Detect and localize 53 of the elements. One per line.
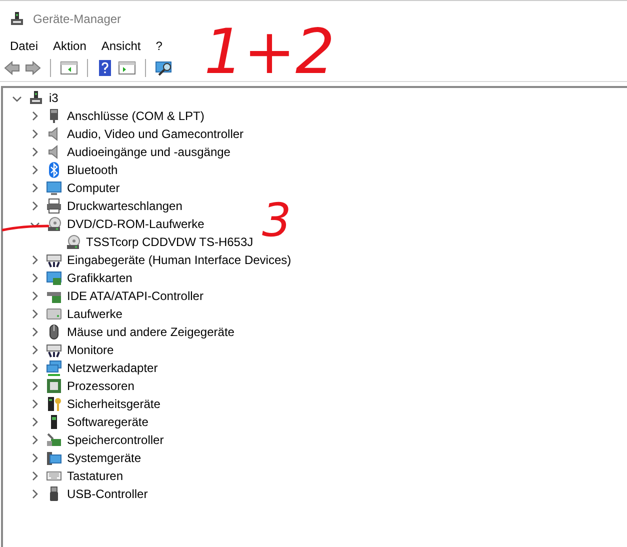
window-title: Geräte-Manager xyxy=(33,12,122,26)
help-icon[interactable] xyxy=(97,60,113,76)
device-icon xyxy=(46,396,62,412)
tree-item[interactable]: Prozessoren xyxy=(67,379,134,393)
tree-item[interactable]: Eingabegeräte (Human Interface Devices) xyxy=(67,253,292,267)
device-icon xyxy=(46,252,62,268)
computer-icon xyxy=(9,11,25,27)
tree-item[interactable]: Audio, Video und Gamecontroller xyxy=(67,127,244,141)
tree-item[interactable]: Grafikkarten xyxy=(67,271,132,285)
tree-item[interactable]: i3 xyxy=(49,91,58,105)
pen-stroke xyxy=(2,223,50,233)
computer-icon xyxy=(28,90,44,106)
menu-item[interactable]: Ansicht xyxy=(101,39,141,53)
tree-item[interactable]: Speichercontroller xyxy=(67,433,164,447)
tree-item[interactable]: Netzwerkadapter xyxy=(67,361,158,375)
tree-item[interactable]: Audioeingänge und -ausgänge xyxy=(67,145,230,159)
tree-item[interactable]: Sicherheitsgeräte xyxy=(67,397,160,411)
device-icon xyxy=(46,216,62,232)
tree-item[interactable]: DVD/CD-ROM-Laufwerke xyxy=(67,217,204,231)
panel-icon[interactable] xyxy=(60,60,78,76)
tree-item[interactable]: TSSTcorp CDDVDW TS-H653J xyxy=(86,235,254,249)
disc-drive-icon xyxy=(65,234,81,250)
tree-item[interactable]: Anschlüsse (COM & LPT) xyxy=(67,109,204,123)
device-icon xyxy=(46,450,62,466)
device-icon xyxy=(46,378,62,394)
device-icon xyxy=(46,360,62,376)
device-icon xyxy=(46,342,62,358)
forward-arrow-icon[interactable] xyxy=(25,60,41,76)
tree-item[interactable]: Druckwarteschlangen xyxy=(67,199,182,213)
tree-item[interactable]: Systemgeräte xyxy=(67,451,142,465)
device-icon xyxy=(46,198,62,214)
tree-item[interactable]: Mäuse und andere Zeigegeräte xyxy=(67,325,234,339)
menu-item[interactable]: Datei xyxy=(10,39,38,53)
tree-item[interactable]: IDE ATA/ATAPI-Controller xyxy=(67,289,204,303)
menu-item[interactable]: ? xyxy=(156,39,162,53)
tree-item[interactable]: Tastaturen xyxy=(67,469,124,483)
monitor-search-icon[interactable] xyxy=(155,60,173,76)
tree-item[interactable]: Laufwerke xyxy=(67,307,122,321)
device-icon xyxy=(46,432,62,448)
device-icon xyxy=(46,270,62,286)
tree-item[interactable]: Monitore xyxy=(67,343,114,357)
menu-item[interactable]: Aktion xyxy=(53,39,86,53)
handwritten-annotation: 3 xyxy=(262,197,292,243)
back-arrow-icon[interactable] xyxy=(4,60,20,76)
tree-item[interactable]: Bluetooth xyxy=(67,163,118,177)
device-icon xyxy=(46,162,62,178)
panel-icon[interactable] xyxy=(118,60,136,76)
device-icon xyxy=(46,306,62,322)
device-icon xyxy=(46,180,62,196)
tree-item[interactable]: Softwaregeräte xyxy=(67,415,148,429)
tree-item[interactable]: Computer xyxy=(67,181,120,195)
handwritten-annotation: 1+2 xyxy=(204,21,335,83)
tree-item[interactable]: USB-Controller xyxy=(67,487,148,501)
